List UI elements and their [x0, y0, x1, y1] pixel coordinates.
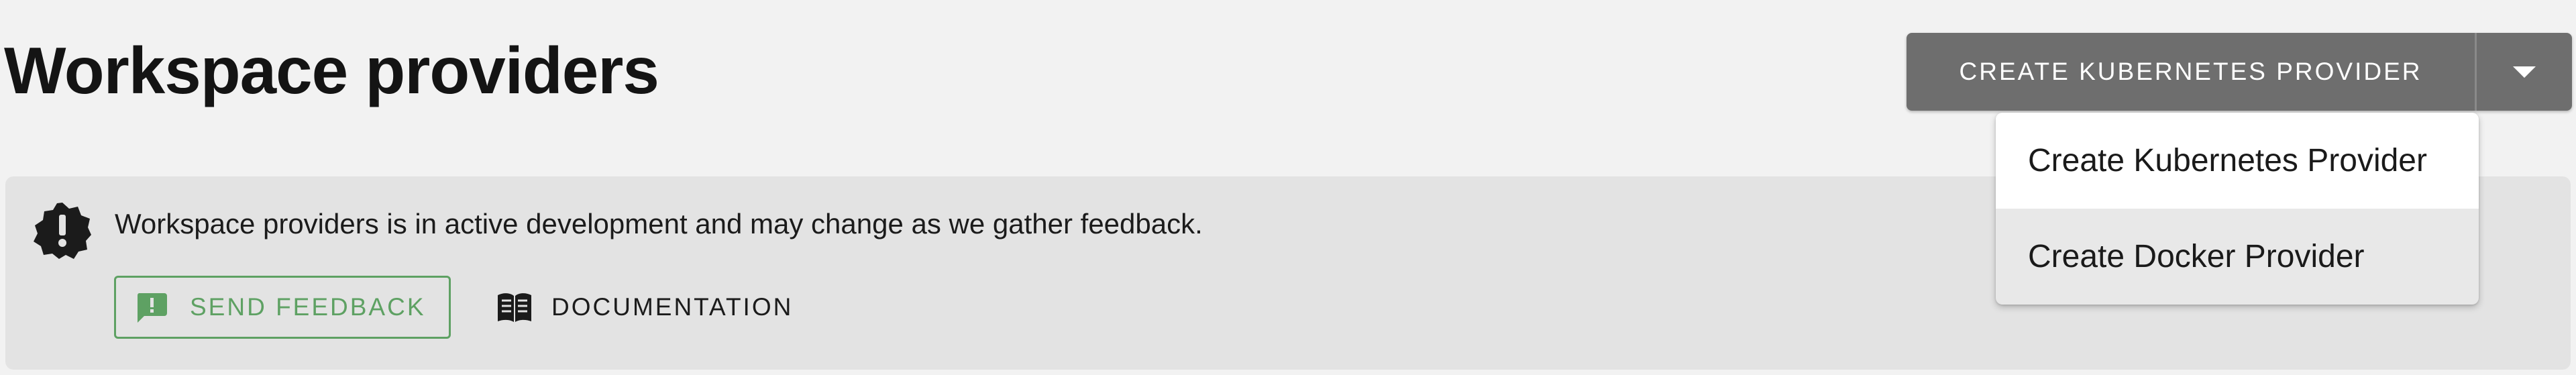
- book-icon: [498, 293, 531, 322]
- menu-item-create-kubernetes-provider[interactable]: Create Kubernetes Provider: [1996, 113, 2479, 209]
- documentation-label: DOCUMENTATION: [551, 293, 794, 321]
- create-kubernetes-provider-button[interactable]: CREATE KUBERNETES PROVIDER: [1907, 33, 2477, 111]
- feedback-icon: [137, 293, 167, 323]
- page: Workspace providers CREATE KUBERNETES PR…: [0, 0, 2576, 375]
- documentation-link[interactable]: DOCUMENTATION: [496, 276, 793, 339]
- banner-message: Workspace providers is in active develop…: [115, 208, 1203, 239]
- create-provider-menu: Create Kubernetes Provider Create Docker…: [1996, 113, 2479, 305]
- send-feedback-button[interactable]: SEND FEEDBACK: [114, 276, 451, 339]
- menu-item-create-docker-provider[interactable]: Create Docker Provider: [1996, 209, 2479, 305]
- create-provider-dropdown-toggle[interactable]: [2477, 33, 2572, 111]
- send-feedback-label: SEND FEEDBACK: [190, 293, 426, 321]
- alert-badge-icon: [34, 203, 91, 259]
- page-title: Workspace providers: [4, 34, 659, 107]
- caret-down-icon: [2513, 66, 2536, 78]
- create-provider-split-button: CREATE KUBERNETES PROVIDER: [1907, 33, 2572, 111]
